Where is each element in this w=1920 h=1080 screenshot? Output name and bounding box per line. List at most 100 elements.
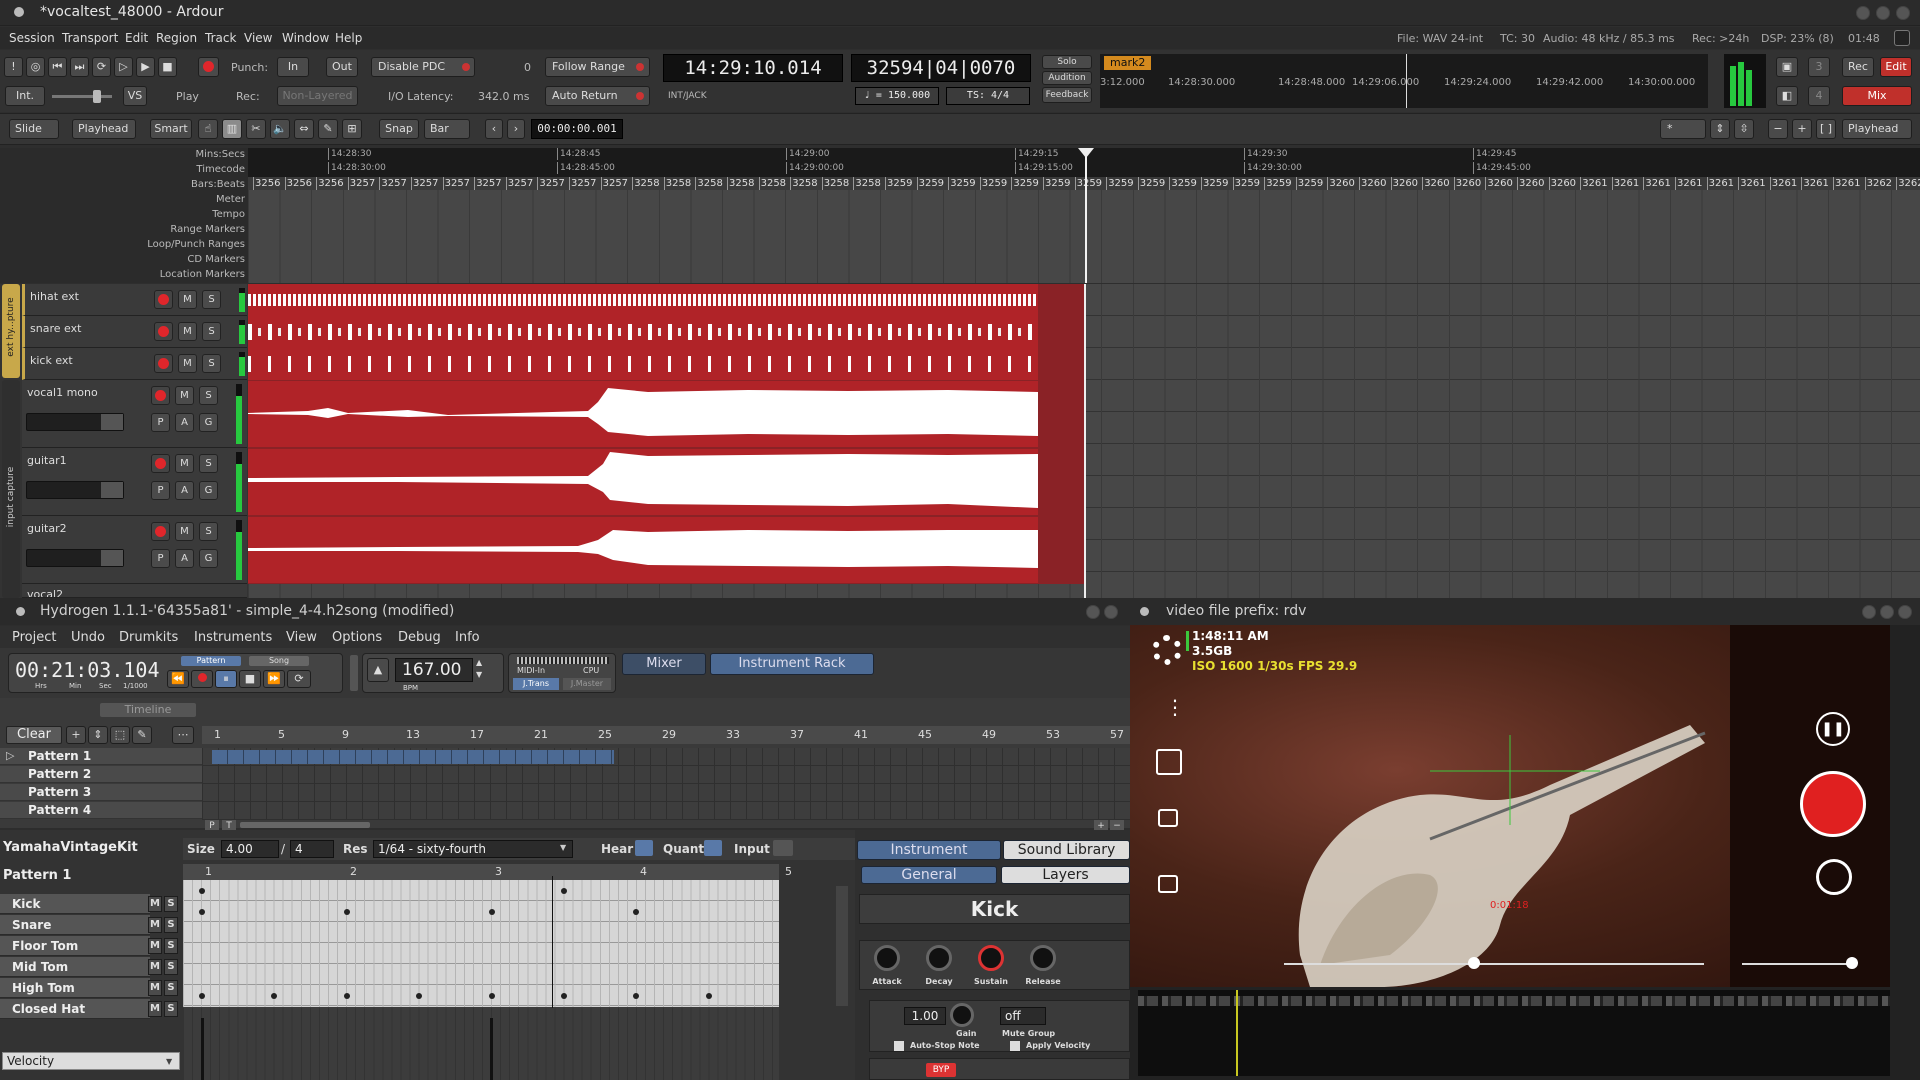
video-playhead[interactable] bbox=[1236, 990, 1238, 1076]
video-timeline[interactable] bbox=[1138, 990, 1890, 1076]
menu-help[interactable]: Help bbox=[335, 31, 362, 45]
record-video-icon[interactable] bbox=[1800, 771, 1866, 837]
menu-session[interactable]: Session bbox=[9, 31, 55, 45]
nudge-clock[interactable]: 00:00:00.001 bbox=[531, 119, 623, 139]
pattern-row[interactable]: Pattern 3 bbox=[0, 784, 202, 801]
menu-edit[interactable]: Edit bbox=[125, 31, 148, 45]
minimize-icon[interactable] bbox=[1862, 605, 1876, 619]
mixer-strip-icon[interactable]: ◧ bbox=[1776, 86, 1798, 106]
play-range-icon[interactable]: ▷ bbox=[114, 57, 133, 77]
smart-mode-button[interactable]: Smart bbox=[150, 119, 192, 139]
chevron-down-icon[interactable]: ▼ bbox=[560, 843, 566, 852]
solo-button[interactable]: S bbox=[202, 354, 221, 373]
audition-button[interactable]: Audition bbox=[1042, 71, 1092, 85]
nudge-forward-icon[interactable]: › bbox=[507, 119, 525, 139]
maximize-icon[interactable] bbox=[1876, 6, 1890, 20]
menu-options[interactable]: Options bbox=[332, 630, 382, 645]
mini-timeline[interactable]: mark2 3:12.000 14:28:30.000 14:28:48.000… bbox=[1100, 54, 1708, 108]
primary-clock[interactable]: 14:29:10.014 bbox=[663, 54, 843, 82]
app-menu-icon[interactable] bbox=[1140, 607, 1149, 616]
tab-general[interactable]: General bbox=[861, 866, 997, 884]
track-name[interactable]: snare ext bbox=[30, 322, 81, 335]
tab-sound-library[interactable]: Sound Library bbox=[1003, 840, 1130, 860]
loop-icon[interactable]: ⟳ bbox=[92, 57, 111, 77]
solo-button[interactable]: S bbox=[199, 454, 218, 473]
song-grid[interactable] bbox=[202, 748, 1130, 820]
apply-velocity-checkbox[interactable] bbox=[1010, 1041, 1020, 1051]
clear-button[interactable]: Clear bbox=[6, 726, 62, 744]
ruler-label[interactable]: Mins:Secs bbox=[195, 149, 245, 160]
vs-button[interactable]: VS bbox=[123, 86, 147, 106]
track-gain-fader[interactable] bbox=[26, 481, 124, 499]
song-ruler[interactable]: 1 5 9 13 17 21 25 29 33 37 41 45 49 53 57 bbox=[202, 726, 1130, 744]
zoom-session-icon[interactable]: [ ] bbox=[1816, 119, 1836, 139]
solo-button[interactable]: S bbox=[202, 290, 221, 309]
velocity-bar[interactable] bbox=[201, 1018, 204, 1080]
mix-window-button[interactable]: Mix bbox=[1842, 86, 1912, 106]
song-scrollbar[interactable] bbox=[240, 822, 370, 828]
instrument-row[interactable]: Snare M S bbox=[0, 915, 178, 935]
mute-button[interactable]: M bbox=[178, 322, 197, 341]
editor-list-icon[interactable]: ▣ bbox=[1776, 57, 1798, 77]
follow-range-button[interactable]: Follow Range bbox=[545, 57, 650, 77]
size-field[interactable]: 4.00 bbox=[221, 840, 279, 858]
zoom-focus-dropdown[interactable]: Playhead bbox=[1842, 119, 1912, 139]
shrink-tracks-icon[interactable]: ⇕ bbox=[1710, 119, 1730, 139]
track-name[interactable]: kick ext bbox=[30, 354, 73, 367]
instrument-name[interactable]: Snare bbox=[12, 918, 51, 932]
velocity-editor[interactable] bbox=[183, 1008, 779, 1080]
ruler-label[interactable]: Meter bbox=[216, 194, 245, 205]
menu-debug[interactable]: Debug bbox=[398, 630, 441, 645]
track-header-vocal2[interactable]: vocal2 bbox=[22, 584, 247, 598]
nudge-back-icon[interactable]: ‹ bbox=[485, 119, 503, 139]
feedback-button[interactable]: Feedback bbox=[1042, 87, 1092, 103]
exposure-slider[interactable] bbox=[1742, 963, 1852, 965]
grid-type-dropdown[interactable]: Bar bbox=[424, 119, 470, 139]
count-3[interactable]: 3 bbox=[1808, 57, 1830, 77]
rec-arm-button[interactable] bbox=[151, 454, 170, 473]
menu-instruments[interactable]: Instruments bbox=[194, 630, 272, 645]
bpm-spin-up-icon[interactable]: ▲ bbox=[476, 658, 482, 667]
group-button[interactable]: G bbox=[199, 413, 218, 432]
goto-end-icon[interactable]: ⏭ bbox=[70, 57, 89, 77]
pattern-1-blocks[interactable] bbox=[212, 750, 614, 764]
auto-stop-checkbox[interactable] bbox=[894, 1041, 904, 1051]
song-timeline-strip[interactable] bbox=[202, 698, 1130, 722]
group-button[interactable]: G bbox=[199, 549, 218, 568]
new-pattern-icon[interactable]: + bbox=[66, 726, 86, 744]
menu-project[interactable]: Project bbox=[12, 630, 56, 645]
track-header-kick[interactable]: kick ext M S bbox=[22, 348, 247, 380]
group-tab-ext[interactable]: ext hy...pture bbox=[2, 284, 20, 378]
instrument-row[interactable]: Closed Hat M S bbox=[0, 999, 178, 1019]
range-tool-icon[interactable]: ▥ bbox=[222, 119, 242, 139]
instrument-name[interactable]: High Tom bbox=[12, 981, 75, 995]
playlist-button[interactable]: P bbox=[151, 549, 170, 568]
instrument-name[interactable]: Mid Tom bbox=[12, 960, 68, 974]
zoom-in-icon[interactable]: + bbox=[1792, 119, 1812, 139]
filter-bypass-button[interactable]: BYP bbox=[926, 1063, 956, 1077]
pattern-name[interactable]: Pattern 4 bbox=[28, 803, 91, 817]
secondary-clock[interactable]: 32594|04|0070 bbox=[851, 54, 1031, 82]
count-4[interactable]: 4 bbox=[1808, 86, 1830, 106]
group-tab-input[interactable]: input capture bbox=[2, 380, 20, 598]
jack-transport-button[interactable]: J.Trans bbox=[513, 678, 559, 690]
playhead-line[interactable] bbox=[1085, 156, 1087, 283]
gear-icon[interactable] bbox=[1894, 30, 1910, 46]
internal-edit-icon[interactable]: ⊞ bbox=[342, 119, 362, 139]
disable-pdc-button[interactable]: Disable PDC bbox=[371, 57, 475, 77]
pattern-row[interactable]: Pattern 4 bbox=[0, 802, 202, 819]
ruler-label[interactable]: Location Markers bbox=[160, 269, 245, 280]
mute-button[interactable]: M bbox=[175, 386, 194, 405]
minimize-icon[interactable] bbox=[1856, 6, 1870, 20]
jack-master-button[interactable]: J.Master bbox=[563, 678, 611, 690]
rec-arm-button[interactable] bbox=[154, 290, 173, 309]
drum-grid-lanes[interactable] bbox=[183, 880, 779, 1007]
select-tool-icon[interactable]: ⬚ bbox=[110, 726, 130, 744]
draw-tool-icon[interactable]: ✎ bbox=[318, 119, 338, 139]
rec-window-button[interactable]: Rec bbox=[1842, 57, 1874, 77]
maximize-icon[interactable] bbox=[1104, 605, 1118, 619]
midi-panic-icon[interactable]: ◎ bbox=[26, 57, 45, 77]
playlist-button[interactable]: P bbox=[151, 413, 170, 432]
non-layered-button[interactable]: Non-Layered bbox=[277, 86, 358, 106]
mute-button[interactable]: M bbox=[175, 522, 194, 541]
